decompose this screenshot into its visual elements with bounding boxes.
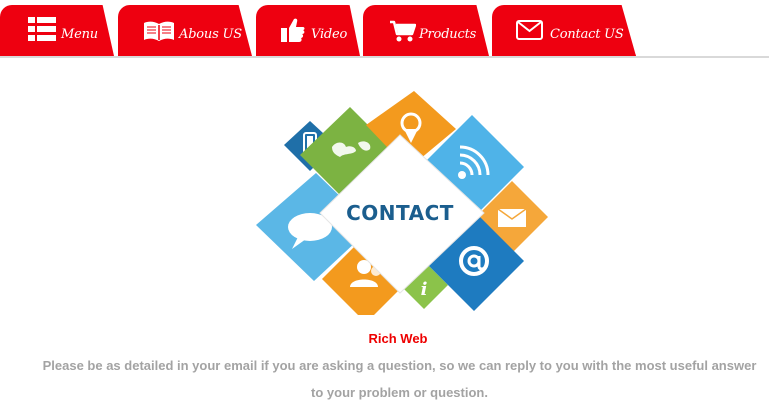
list-icon	[28, 17, 56, 46]
contact-description: Please be as detailed in your email if y…	[42, 358, 757, 400]
contact-tiles: i	[256, 91, 548, 323]
tab-products[interactable]: Products	[363, 5, 489, 56]
envelope-icon	[516, 20, 543, 45]
main-nav: Menu Abous US Video Products Contact US	[0, 0, 769, 58]
tab-video-label: Video	[311, 27, 348, 42]
tab-menu-label: Menu	[61, 27, 98, 42]
brand-name: Rich Web	[368, 331, 428, 346]
book-icon	[143, 20, 175, 47]
tab-about-us[interactable]: Abous US	[118, 5, 252, 56]
contact-illustration: i CONTACT	[240, 85, 560, 323]
tab-video[interactable]: Video	[256, 5, 360, 56]
tab-about-us-label: Abous US	[179, 27, 242, 42]
tab-products-label: Products	[419, 27, 477, 42]
tab-menu[interactable]: Menu	[0, 5, 114, 56]
contact-title: CONTACT	[346, 201, 454, 225]
thumbs-up-icon	[281, 17, 305, 48]
tab-contact-us[interactable]: Contact US	[492, 5, 636, 56]
tab-contact-us-label: Contact US	[550, 27, 624, 42]
cart-icon	[390, 20, 417, 48]
svg-text:i: i	[421, 279, 428, 300]
